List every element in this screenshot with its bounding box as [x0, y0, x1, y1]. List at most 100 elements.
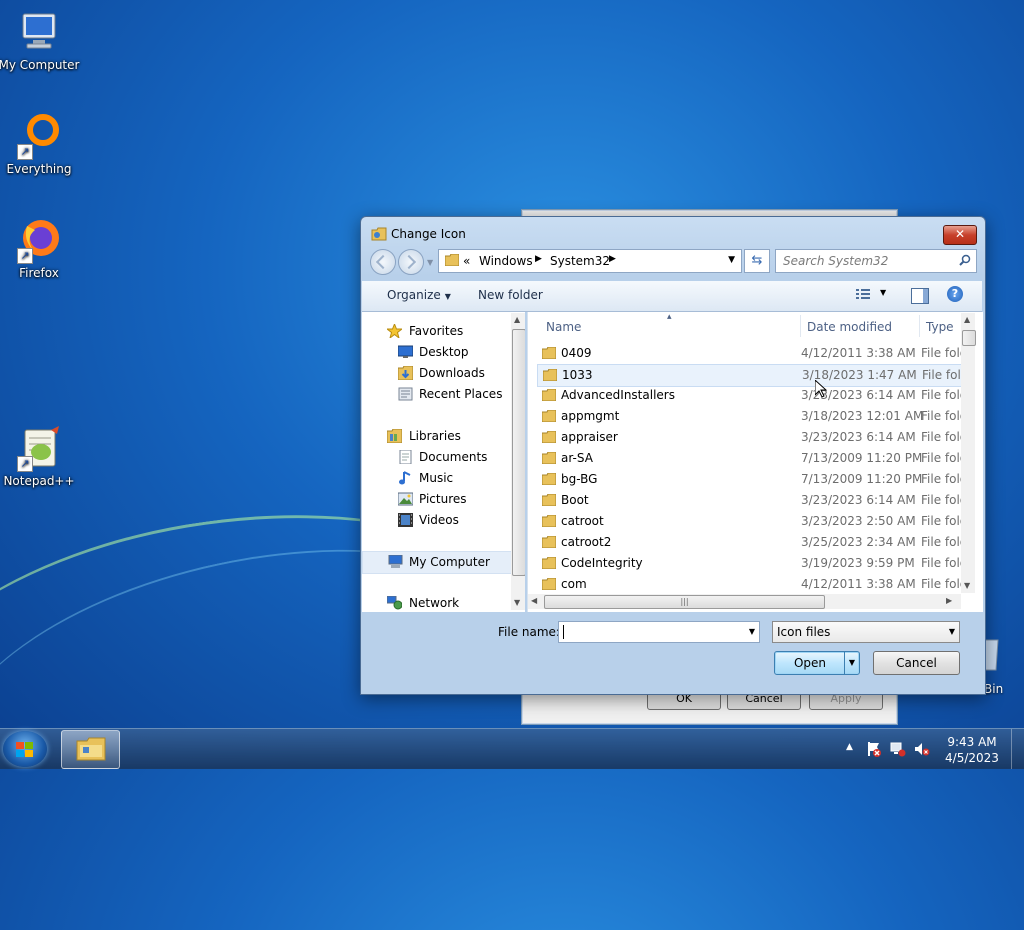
- file-list-vertical-scrollbar[interactable]: ▲ ▼: [961, 313, 976, 593]
- system-clock[interactable]: 9:43 AM 4/5/2023: [944, 734, 1000, 766]
- organize-button[interactable]: Organize ▼: [387, 288, 451, 302]
- nav-item-pictures[interactable]: Pictures: [362, 489, 510, 510]
- videos-icon: [398, 513, 413, 527]
- nav-item-desktop[interactable]: Desktop: [362, 342, 510, 363]
- pictures-icon: [397, 492, 414, 506]
- new-folder-button[interactable]: New folder: [478, 288, 543, 302]
- file-type-select[interactable]: Icon files ▼: [772, 621, 960, 643]
- recent-locations-chevron-icon[interactable]: ▼: [427, 258, 433, 267]
- scroll-right-icon[interactable]: ▶: [946, 596, 952, 605]
- desktop-icon-everything[interactable]: ↗ Everything: [0, 112, 81, 176]
- desktop-icon-my-computer[interactable]: My Computer: [0, 8, 81, 72]
- back-button[interactable]: [370, 249, 396, 275]
- nav-item-videos[interactable]: Videos: [362, 510, 510, 531]
- column-header-name[interactable]: Name: [546, 320, 581, 334]
- list-item[interactable]: ar-SA 7/13/2009 11:20 PM File folder: [528, 448, 961, 469]
- nav-item-network[interactable]: Network: [362, 593, 510, 612]
- scroll-thumb[interactable]: [962, 330, 976, 346]
- address-crumb-system32[interactable]: System32: [550, 254, 610, 268]
- nav-item-music[interactable]: Music: [362, 468, 510, 489]
- address-overflow[interactable]: «: [463, 254, 470, 268]
- show-hidden-icons-icon[interactable]: ▲: [846, 742, 853, 752]
- scroll-thumb[interactable]: [512, 329, 525, 576]
- list-item[interactable]: 0409 4/12/2011 3:38 AM File folder: [528, 343, 961, 364]
- nav-scrollbar[interactable]: ▲ ▼: [511, 313, 525, 610]
- file-name-label: File name:: [498, 625, 560, 639]
- file-date: 3/23/2023 2:50 AM: [801, 514, 916, 528]
- list-item[interactable]: Boot 3/23/2023 6:14 AM File folder: [528, 490, 961, 511]
- list-item[interactable]: appmgmt 3/18/2023 12:01 AM File folder: [528, 406, 961, 427]
- help-icon[interactable]: ?: [947, 286, 963, 302]
- desktop-icon: [397, 345, 414, 359]
- file-name: catroot2: [561, 535, 612, 549]
- list-item[interactable]: CodeIntegrity 3/19/2023 9:59 PM File fol…: [528, 553, 961, 574]
- action-center-icon[interactable]: [866, 741, 882, 757]
- file-name-dropdown-icon[interactable]: ▼: [749, 627, 755, 636]
- search-input[interactable]: Search System32: [775, 249, 977, 273]
- crumb-separator-icon[interactable]: ▶: [535, 254, 542, 264]
- scroll-down-icon[interactable]: ▼: [514, 598, 520, 607]
- scroll-down-icon[interactable]: ▼: [964, 581, 970, 590]
- list-item[interactable]: com 4/12/2011 3:38 AM File folder: [528, 574, 961, 595]
- chevron-down-icon[interactable]: ▼: [949, 627, 955, 636]
- show-desktop-button[interactable]: [1011, 729, 1024, 769]
- column-divider[interactable]: [919, 315, 920, 337]
- command-bar: Organize ▼ New folder ▼ ?: [362, 281, 982, 312]
- open-options-chevron-icon[interactable]: ▼: [844, 652, 859, 674]
- address-crumb-windows[interactable]: Windows: [479, 254, 533, 268]
- start-button[interactable]: [3, 731, 47, 767]
- nav-label: Pictures: [419, 492, 467, 506]
- folder-icon: [541, 472, 557, 486]
- file-name-input[interactable]: ▼: [558, 621, 760, 643]
- refresh-icon[interactable]: ⇆: [744, 249, 770, 273]
- address-bar[interactable]: « Windows ▶ System32 ▶ ▼: [438, 249, 742, 273]
- file-list-horizontal-scrollbar[interactable]: ◀ ||| ▶: [528, 594, 961, 609]
- file-type: File folder: [921, 514, 961, 528]
- crumb-separator-icon[interactable]: ▶: [609, 254, 616, 264]
- list-item[interactable]: bg-BG 7/13/2009 11:20 PM File folder: [528, 469, 961, 490]
- view-options-chevron-icon[interactable]: ▼: [880, 288, 886, 297]
- list-item[interactable]: AdvancedInstallers 3/23/2023 6:14 AM Fil…: [528, 385, 961, 406]
- scroll-thumb[interactable]: |||: [544, 595, 825, 609]
- desktop-icon-notepadpp[interactable]: ↗ Notepad++: [0, 424, 81, 488]
- taskbar: ▲ 9:43 AM 4/5/2023: [0, 728, 1024, 769]
- nav-item-recent-places[interactable]: Recent Places: [362, 384, 510, 405]
- file-date: 3/19/2023 9:59 PM: [801, 556, 915, 570]
- list-item[interactable]: appraiser 3/23/2023 6:14 AM File folder: [528, 427, 961, 448]
- desktop-icon-firefox[interactable]: ↗ Firefox: [0, 216, 81, 280]
- nav-item-libraries[interactable]: Libraries: [362, 426, 510, 447]
- dialog-titlebar[interactable]: Change Icon ✕: [361, 217, 985, 251]
- nav-label: Documents: [419, 450, 488, 464]
- view-details-icon[interactable]: [856, 289, 870, 301]
- list-item[interactable]: catroot2 3/25/2023 2:34 AM File folder: [528, 532, 961, 553]
- clock-time: 9:43 AM: [947, 735, 997, 749]
- scroll-up-icon[interactable]: ▲: [964, 315, 970, 324]
- nav-item-documents[interactable]: Documents: [362, 447, 510, 468]
- address-dropdown-icon[interactable]: ▼: [728, 255, 735, 265]
- cancel-button[interactable]: Cancel: [873, 651, 960, 675]
- close-button[interactable]: ✕: [943, 225, 977, 245]
- nav-item-downloads[interactable]: Downloads: [362, 363, 510, 384]
- file-type: File folder: [921, 493, 961, 507]
- nav-item-my-computer[interactable]: My Computer: [362, 551, 512, 574]
- nav-item-favorites[interactable]: Favorites: [362, 321, 510, 342]
- scroll-up-icon[interactable]: ▲: [514, 315, 520, 324]
- column-header-date-modified[interactable]: Date modified: [807, 320, 892, 334]
- desktop-icon-label: Everything: [6, 162, 72, 176]
- file-list: Name ▴ Date modified Type 0409 4/12/2011…: [527, 312, 983, 612]
- dialog-title: Change Icon: [391, 227, 466, 241]
- open-button[interactable]: Open ▼: [774, 651, 860, 675]
- desktop-icon-label: Firefox: [19, 266, 59, 280]
- forward-button[interactable]: [398, 249, 424, 275]
- list-item[interactable]: catroot 3/23/2023 2:50 AM File folder: [528, 511, 961, 532]
- column-divider[interactable]: [800, 315, 801, 337]
- taskbar-explorer-button[interactable]: [61, 730, 120, 769]
- list-item[interactable]: 1033 3/18/2023 1:47 AM File folder: [537, 364, 963, 387]
- network-status-icon[interactable]: [890, 741, 906, 757]
- volume-muted-icon[interactable]: [914, 741, 930, 757]
- preview-pane-icon[interactable]: [911, 288, 929, 304]
- documents-icon: [398, 449, 413, 465]
- scroll-left-icon[interactable]: ◀: [531, 596, 537, 605]
- column-header-type[interactable]: Type: [926, 320, 954, 334]
- file-name: ar-SA: [561, 451, 593, 465]
